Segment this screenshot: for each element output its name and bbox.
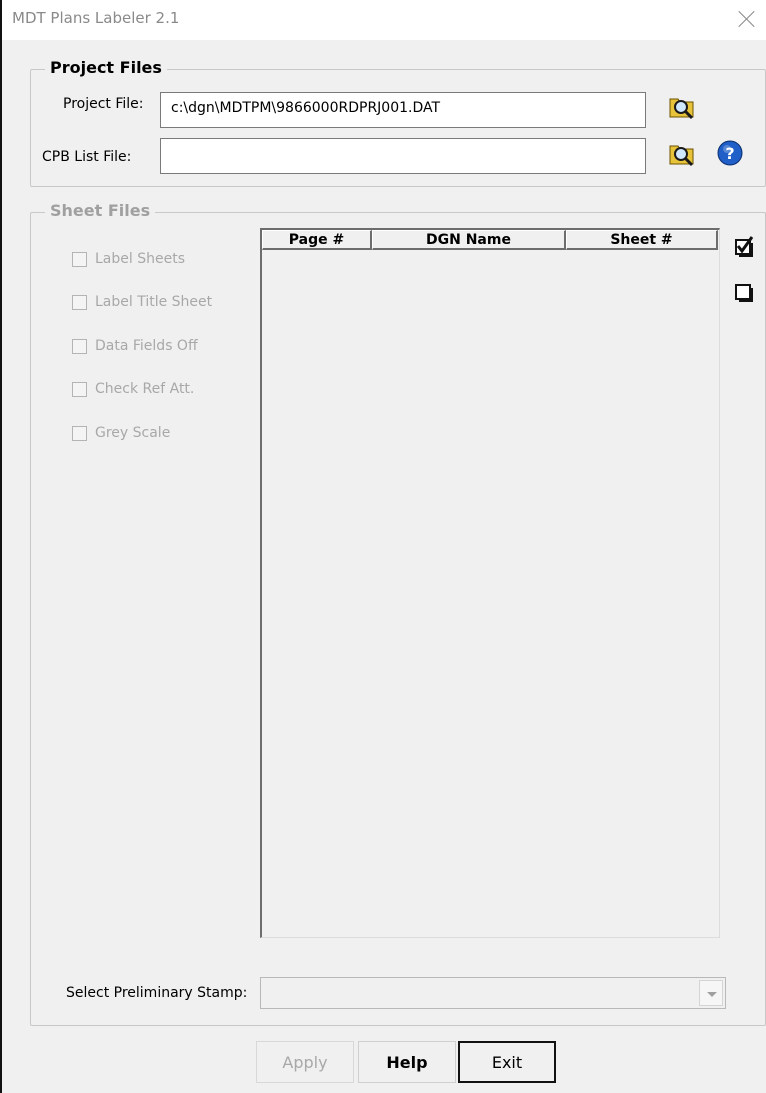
sheet-list-header: Page # DGN Name Sheet # [262, 230, 719, 252]
column-header-page[interactable]: Page # [262, 230, 372, 250]
help-button[interactable]: Help [358, 1041, 456, 1083]
grey-scale-checkbox[interactable]: Grey Scale [72, 422, 170, 444]
sheet-list[interactable]: Page # DGN Name Sheet # [260, 228, 720, 938]
help-question-icon[interactable]: ? [716, 139, 744, 167]
folder-search-icon[interactable] [668, 139, 696, 167]
label-sheets-checkbox[interactable]: Label Sheets [72, 248, 185, 270]
app-window: MDT Plans Labeler 2.1 Project Files Proj… [0, 0, 766, 1093]
folder-search-icon[interactable] [668, 92, 696, 120]
project-files-legend: Project Files [45, 58, 167, 77]
chevron-down-icon[interactable] [699, 980, 723, 1006]
checkbox-label: Label Sheets [95, 251, 185, 267]
checkbox-box [72, 251, 87, 267]
checkbox-box [72, 425, 87, 441]
exit-button[interactable]: Exit [458, 1041, 556, 1083]
window-title: MDT Plans Labeler 2.1 [12, 9, 180, 27]
cpb-list-label: CPB List File: [42, 149, 132, 165]
checkbox-label: Grey Scale [95, 425, 171, 441]
title-bar: MDT Plans Labeler 2.1 [2, 0, 766, 40]
data-fields-off-checkbox[interactable]: Data Fields Off [72, 335, 198, 357]
project-file-label: Project File: [63, 96, 144, 112]
checkbox-box [72, 381, 87, 397]
check-all-icon[interactable] [734, 234, 756, 258]
checkbox-label: Data Fields Off [95, 338, 198, 354]
close-icon[interactable] [736, 8, 758, 30]
label-title-sheet-checkbox[interactable]: Label Title Sheet [72, 291, 212, 313]
column-header-dgn-name[interactable]: DGN Name [372, 230, 566, 250]
column-header-sheet[interactable]: Sheet # [566, 230, 718, 250]
cpb-list-field[interactable] [160, 138, 646, 174]
apply-button[interactable]: Apply [256, 1041, 354, 1083]
sheet-files-legend: Sheet Files [45, 201, 156, 220]
svg-text:?: ? [725, 144, 734, 163]
check-ref-att-checkbox[interactable]: Check Ref Att. [72, 378, 194, 400]
preliminary-stamp-select[interactable] [260, 977, 726, 1009]
project-file-field[interactable]: c:\dgn\MDTPM\9866000RDPRJ001.DAT [160, 92, 646, 128]
checkbox-label: Check Ref Att. [95, 381, 195, 397]
checkbox-box [72, 338, 87, 354]
checkbox-label: Label Title Sheet [95, 294, 213, 310]
uncheck-all-icon[interactable] [734, 282, 756, 304]
stamp-label: Select Preliminary Stamp: [66, 985, 248, 1001]
checkbox-box [72, 294, 87, 310]
